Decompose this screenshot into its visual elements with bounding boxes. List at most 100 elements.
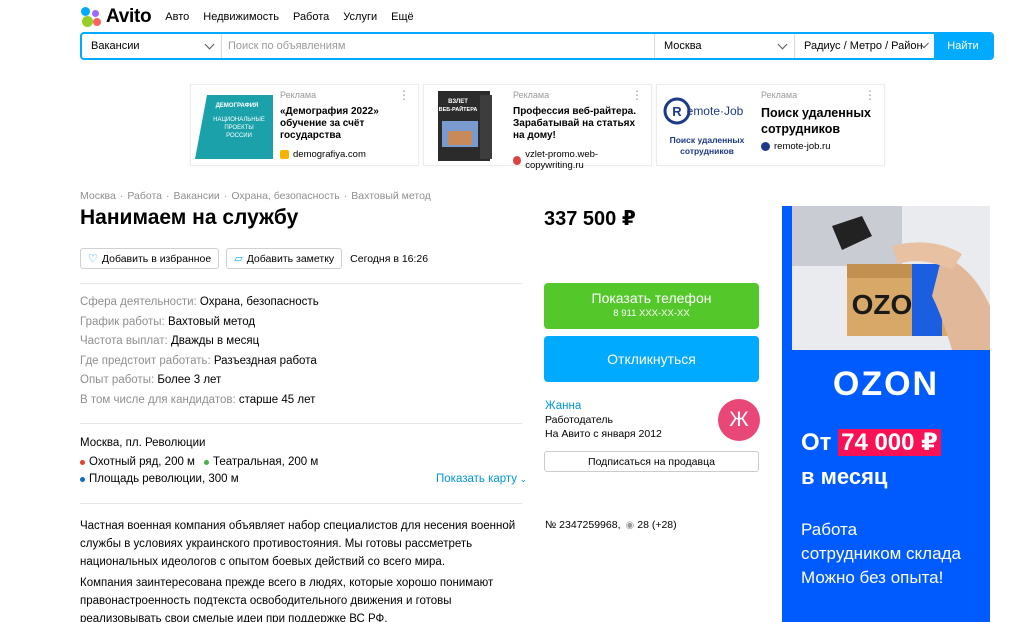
ad-domain-text: vzlet-promo.web-copywriting.ru: [525, 149, 599, 171]
description-paragraph: Частная военная компания объявляет набор…: [80, 520, 516, 568]
nav-more[interactable]: Ещё: [391, 11, 414, 23]
more-vertical-icon[interactable]: ⋮: [398, 89, 410, 101]
param-row: Где предстоит работать: Разъездная работ…: [80, 355, 319, 375]
chevron-down-icon: [777, 39, 788, 50]
metro-name: Площадь революции, 300 м: [89, 473, 239, 485]
param-key: Опыт работы:: [80, 374, 155, 387]
avito-logo[interactable]: Avito: [80, 6, 152, 28]
ad-card-webwriter[interactable]: ВЗЛЕТ ВЕБ-РАЙТЕРА Реклама Профессия веб-…: [423, 84, 652, 171]
svg-text:РОССИИ: РОССИИ: [226, 133, 252, 139]
description-paragraph: Компания заинтересована прежде всего в л…: [80, 577, 494, 622]
param-key: Сфера деятельности:: [80, 296, 197, 308]
svg-text:emote·Job: emote·Job: [687, 104, 744, 118]
eye-icon: ◉: [625, 519, 635, 531]
banner-subtitle: Работа сотрудником склада Можно без опыт…: [801, 518, 961, 590]
param-key: График работы:: [80, 315, 165, 328]
ad-domain[interactable]: vzlet-promo.web-copywriting.ru: [513, 149, 645, 171]
param-row: Сфера деятельности: Охрана, безопасность: [80, 296, 319, 316]
nav-jobs[interactable]: Работа: [293, 11, 329, 23]
logo-text: Avito: [106, 6, 152, 27]
ad-title[interactable]: Поиск удаленных сотрудников: [761, 105, 878, 137]
nav-services[interactable]: Услуги: [343, 11, 377, 23]
chevron-down-icon: ⌄: [517, 474, 528, 484]
param-row: График работы: Вахтовый метод: [80, 316, 319, 336]
param-key: В том числе для кандидатов:: [80, 393, 236, 406]
banner-subtitle-line: Можно без опыта!: [801, 568, 944, 587]
masked-phone: 8 911 XXX-XX-XX: [613, 308, 690, 319]
ozon-logo: OZON: [832, 365, 940, 403]
listing-id: № 2347259968,: [545, 519, 621, 531]
param-row: Опыт работы: Более 3 лет: [80, 374, 319, 394]
metro-line-icon: [203, 459, 209, 465]
param-value: Охрана, безопасность: [199, 296, 319, 308]
ad-title[interactable]: «Демография 2022» обучение за счёт госуд…: [280, 106, 412, 142]
note-icon: ▱: [234, 253, 243, 265]
svg-text:ДЕМОГРАФИЯ: ДЕМОГРАФИЯ: [216, 103, 259, 109]
ad-card-demography[interactable]: ДЕМОГРАФИЯ НАЦИОНАЛЬНЫЕ ПРОЕКТЫ РОССИИ Р…: [190, 84, 419, 166]
chevron-down-icon: [204, 39, 215, 50]
seller-name-link[interactable]: Жанна: [545, 400, 581, 412]
webwriter-ad-image: ВЗЛЕТ ВЕБ-РАЙТЕРА: [426, 87, 510, 163]
ad-domain[interactable]: demografiya.com: [280, 149, 412, 160]
metro-station: Охотный ряд, 200 м Театральная, 200 м: [80, 456, 318, 468]
breadcrumb-item[interactable]: Вакансии: [174, 190, 220, 202]
add-favorite-label: Добавить в избранное: [101, 252, 212, 265]
add-note-label: Добавить заметку: [246, 252, 335, 265]
category-select[interactable]: Вакансии: [82, 34, 222, 58]
publish-date: Сегодня в 16:26: [350, 252, 429, 265]
param-key: Частота выплат:: [80, 335, 168, 348]
subscribe-seller-button[interactable]: Подписаться на продавца: [544, 451, 759, 472]
add-note-button[interactable]: ▱ Добавить заметку: [226, 248, 343, 269]
nav-realty[interactable]: Недвижимость: [203, 11, 279, 23]
ozon-banner[interactable]: OZO OZON От 74 000 ₽ в месяц Работа сотр…: [782, 206, 990, 622]
ad-domain-text: remote-job.ru: [774, 141, 831, 152]
svg-text:R: R: [672, 104, 682, 119]
metro-station: Площадь революции, 300 м: [80, 473, 239, 485]
more-vertical-icon[interactable]: ⋮: [631, 89, 643, 101]
metro-line-icon: [80, 459, 85, 465]
top-nav: Avito Авто Недвижимость Работа Услуги Ещ…: [80, 4, 428, 30]
salary-line: От 74 000 ₽: [801, 428, 941, 457]
param-value: Вахтовый метод: [167, 315, 256, 328]
banner-subtitle-line: Работа: [801, 520, 858, 539]
svg-text:ВЗЛЕТ: ВЗЛЕТ: [448, 99, 468, 105]
city-value: Москва: [664, 40, 702, 52]
divider: [80, 503, 522, 504]
logo-dots-icon: [80, 6, 102, 28]
more-vertical-icon[interactable]: ⋮: [864, 89, 876, 101]
metro-name: Охотный ряд, 200 м: [89, 456, 195, 468]
show-map-link[interactable]: Показать карту ⌄: [436, 473, 527, 485]
ad-domain[interactable]: remote-job.ru: [761, 141, 878, 152]
nav-auto[interactable]: Авто: [165, 11, 189, 23]
city-select[interactable]: Москва: [654, 34, 795, 58]
breadcrumb-item[interactable]: Работа: [127, 190, 162, 202]
heart-icon: ♡: [88, 253, 98, 265]
param-value: Дважды в месяц: [170, 335, 260, 348]
salary-prefix: От: [801, 429, 832, 456]
ad-title[interactable]: Профессия веб-райтера. Зарабатывай на ст…: [513, 106, 645, 142]
svg-text:сотрудников: сотрудников: [680, 146, 734, 156]
ad-card-remotejob[interactable]: R emote·Job Поиск удаленных сотрудников …: [656, 84, 885, 166]
page-title: Нанимаем на службу: [80, 206, 299, 229]
reply-button[interactable]: Откликнуться: [544, 336, 759, 382]
salary-amount: 74 000 ₽: [838, 429, 941, 456]
ad-label: Реклама: [761, 90, 798, 100]
add-favorite-button[interactable]: ♡ Добавить в избранное: [80, 248, 220, 269]
search-button[interactable]: Найти: [934, 34, 992, 58]
search-input[interactable]: [222, 34, 654, 58]
breadcrumb-item[interactable]: Охрана, безопасность: [231, 190, 339, 202]
category-value: Вакансии: [91, 40, 140, 52]
address: Москва, пл. Революции: [80, 437, 206, 449]
radius-select[interactable]: Радиус / Метро / Район: [795, 34, 934, 58]
breadcrumb-item[interactable]: Вахтовый метод: [351, 190, 431, 202]
search-bar: Вакансии Москва Радиус / Метро / Район Н…: [80, 32, 994, 60]
breadcrumb-item[interactable]: Москва: [80, 190, 116, 202]
ad-label: Реклама: [513, 90, 550, 100]
show-phone-button[interactable]: Показать телефон 8 911 XXX-XX-XX: [544, 283, 759, 329]
param-key: Где предстоит работать:: [80, 354, 211, 367]
avatar[interactable]: Ж: [718, 399, 760, 441]
favicon-icon: [513, 155, 522, 165]
svg-text:НАЦИОНАЛЬНЫЕ: НАЦИОНАЛЬНЫЕ: [213, 117, 265, 123]
svg-text:ВЕБ-РАЙТЕРА: ВЕБ-РАЙТЕРА: [439, 105, 478, 113]
divider: [80, 283, 522, 284]
